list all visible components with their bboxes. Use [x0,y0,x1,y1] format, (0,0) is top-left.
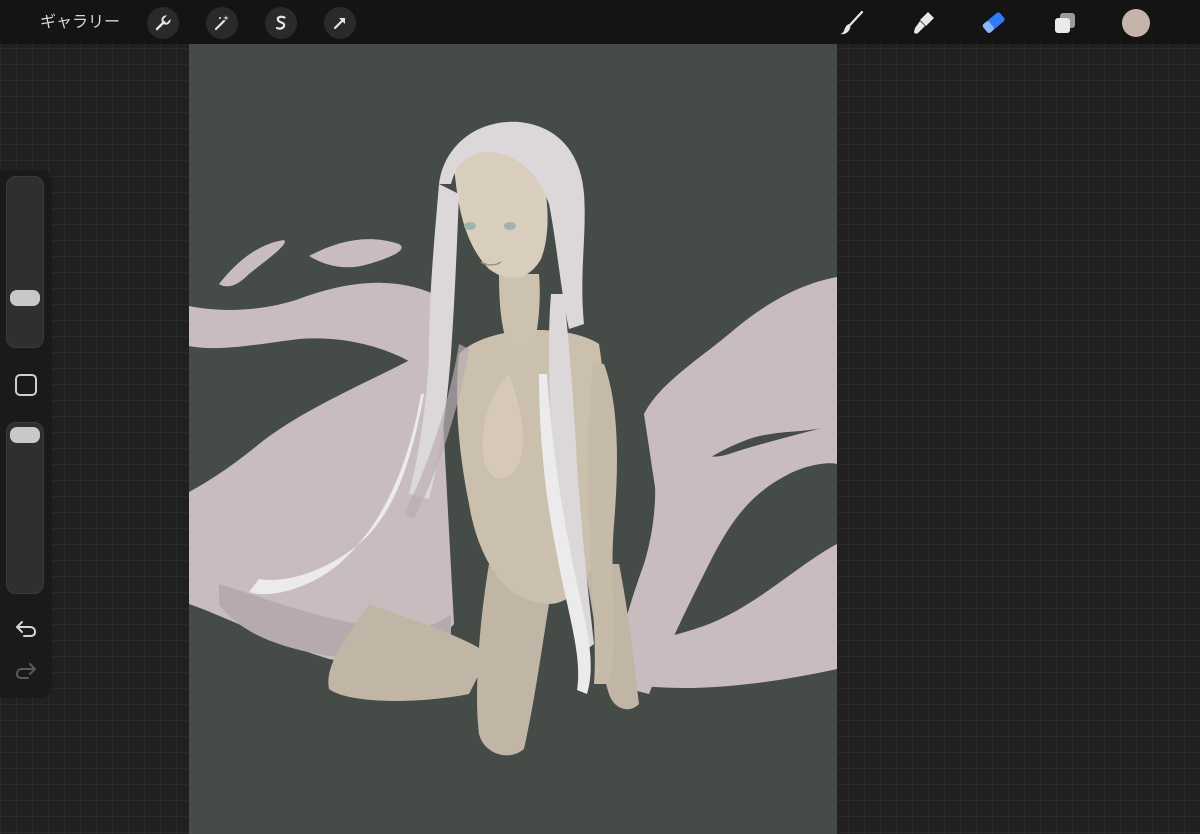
selection-icon [275,15,286,30]
brush-icon [840,10,864,35]
drawing-canvas[interactable] [189,44,837,834]
transform-arrow-icon [333,18,345,30]
opacity-slider[interactable] [6,422,44,594]
transform-button[interactable] [324,7,356,39]
color-picker-button[interactable] [1122,9,1150,37]
wrench-icon [155,14,172,31]
gallery-button[interactable]: ギャラリー [40,10,120,34]
undo-button[interactable] [12,614,40,642]
opacity-handle[interactable] [10,427,40,443]
adjustments-button[interactable] [206,7,238,39]
modify-button[interactable] [15,374,37,396]
magic-wand-icon [214,15,229,31]
smudge-icon [914,12,934,34]
procreate-app: ギャラリー [0,0,1200,834]
eraser-icon [982,12,1005,33]
actions-button[interactable] [147,7,179,39]
layers-icon [1055,13,1075,33]
selection-button[interactable] [265,7,297,39]
brush-size-slider[interactable] [6,176,44,348]
left-sidebar [0,170,52,698]
redo-arrow-icon [15,663,36,679]
artwork [189,44,837,834]
layers-button[interactable] [1049,7,1081,39]
top-toolbar: ギャラリー [0,0,1200,44]
smudge-tool-button[interactable] [908,7,940,39]
undo-arrow-icon [16,621,37,637]
redo-button[interactable] [12,656,40,684]
brush-size-handle[interactable] [10,290,40,306]
brush-tool-button[interactable] [836,7,868,39]
eraser-tool-button[interactable] [978,7,1010,39]
